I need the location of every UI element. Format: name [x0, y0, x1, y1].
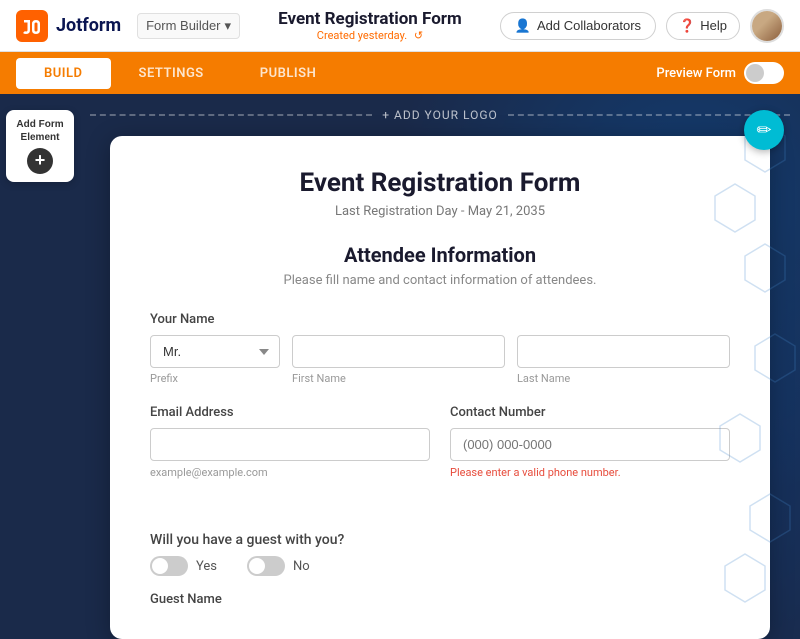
prefix-select[interactable]: Mr. Mrs. Ms. Dr. Prof.	[150, 335, 280, 368]
nav-right: 👤 Add Collaborators ❓ Help	[500, 9, 784, 43]
logo-bar-line-right	[508, 114, 790, 116]
contact-group: Contact Number Please enter a valid phon…	[450, 405, 730, 480]
contact-label: Contact Number	[450, 405, 730, 420]
tab-publish[interactable]: PUBLISH	[232, 58, 345, 89]
logo-bar: + ADD YOUR LOGO	[80, 94, 800, 136]
contact-hint: Please enter a valid phone number.	[450, 466, 621, 479]
section-desc: Please fill name and contact information…	[150, 273, 730, 288]
form-subtitle: Created yesterday. ↺	[240, 29, 500, 42]
your-name-row: Mr. Mrs. Ms. Dr. Prof. Prefix First Name…	[150, 335, 730, 385]
tab-settings[interactable]: SETTINGS	[111, 58, 232, 89]
nav-center: Event Registration Form Created yesterda…	[240, 9, 500, 42]
form-builder-button[interactable]: Form Builder ▾	[137, 13, 240, 39]
person-plus-icon: 👤	[515, 18, 531, 34]
last-name-hint: Last Name	[517, 372, 730, 385]
first-name-col: First Name	[292, 335, 505, 385]
your-name-label: Your Name	[150, 312, 730, 327]
yes-toggle[interactable]	[150, 556, 188, 576]
email-group: Email Address example@example.com	[150, 405, 430, 480]
email-input[interactable]	[150, 428, 430, 461]
left-sidebar: Add Form Element +	[0, 94, 80, 182]
preview-form-toggle[interactable]	[744, 62, 784, 84]
form-title: Event Registration Form	[240, 9, 500, 29]
preview-form-area: Preview Form	[656, 62, 784, 84]
form-card: Event Registration Form Last Registratio…	[110, 136, 770, 639]
tab-build[interactable]: BUILD	[16, 58, 111, 89]
top-navigation: Jotform Form Builder ▾ Event Registratio…	[0, 0, 800, 52]
yes-toggle-item: Yes	[150, 556, 217, 576]
no-toggle[interactable]	[247, 556, 285, 576]
form-card-subtitle: Last Registration Day - May 21, 2035	[150, 204, 730, 219]
question-circle-icon: ❓	[679, 18, 695, 34]
jotform-logo-icon	[16, 10, 48, 42]
email-hint: example@example.com	[150, 466, 268, 479]
add-form-element-button[interactable]: Add Form Element +	[6, 110, 73, 182]
section-title: Attendee Information	[150, 243, 730, 267]
pencil-icon: ✏	[756, 120, 771, 141]
preview-form-label: Preview Form	[656, 66, 736, 81]
yes-label: Yes	[196, 559, 217, 574]
email-contact-row: Email Address example@example.com Contac…	[150, 405, 730, 480]
prefix-hint: Prefix	[150, 372, 280, 385]
builder-area: Add Form Element + + ADD YOUR LOGO	[0, 94, 800, 639]
main-canvas[interactable]: + ADD YOUR LOGO ✏ Event Registration For…	[80, 94, 800, 639]
logo-area: Jotform	[16, 10, 121, 42]
help-button[interactable]: ❓ Help	[666, 12, 740, 40]
chevron-down-icon: ▾	[225, 18, 232, 34]
contact-input[interactable]	[450, 428, 730, 461]
add-logo-button[interactable]: + ADD YOUR LOGO	[382, 108, 498, 122]
toggle-knob	[746, 64, 764, 82]
no-toggle-item: No	[247, 556, 310, 576]
logo-text: Jotform	[56, 15, 121, 36]
toggle-row: Yes No	[150, 556, 730, 576]
no-toggle-knob	[249, 558, 265, 574]
guest-name-label: Guest Name	[150, 592, 730, 607]
logo-bar-line-left	[90, 114, 372, 116]
tab-bar: BUILD SETTINGS PUBLISH Preview Form	[0, 52, 800, 94]
last-name-col: Last Name	[517, 335, 730, 385]
add-form-element-label: Add Form Element	[16, 118, 63, 144]
last-name-input[interactable]	[517, 335, 730, 368]
email-label: Email Address	[150, 405, 430, 420]
plus-icon: +	[27, 148, 53, 174]
refresh-icon: ↺	[414, 29, 423, 42]
first-name-input[interactable]	[292, 335, 505, 368]
prefix-col: Mr. Mrs. Ms. Dr. Prof. Prefix	[150, 335, 280, 385]
first-name-hint: First Name	[292, 372, 505, 385]
fab-button[interactable]: ✏	[744, 110, 784, 150]
avatar-image	[752, 11, 782, 41]
add-collaborators-button[interactable]: 👤 Add Collaborators	[500, 12, 656, 40]
no-label: No	[293, 559, 310, 574]
form-builder-label: Form Builder	[146, 18, 220, 33]
guest-question-label: Will you have a guest with you?	[150, 532, 730, 548]
form-card-title: Event Registration Form	[150, 168, 730, 198]
yes-toggle-knob	[152, 558, 168, 574]
avatar[interactable]	[750, 9, 784, 43]
